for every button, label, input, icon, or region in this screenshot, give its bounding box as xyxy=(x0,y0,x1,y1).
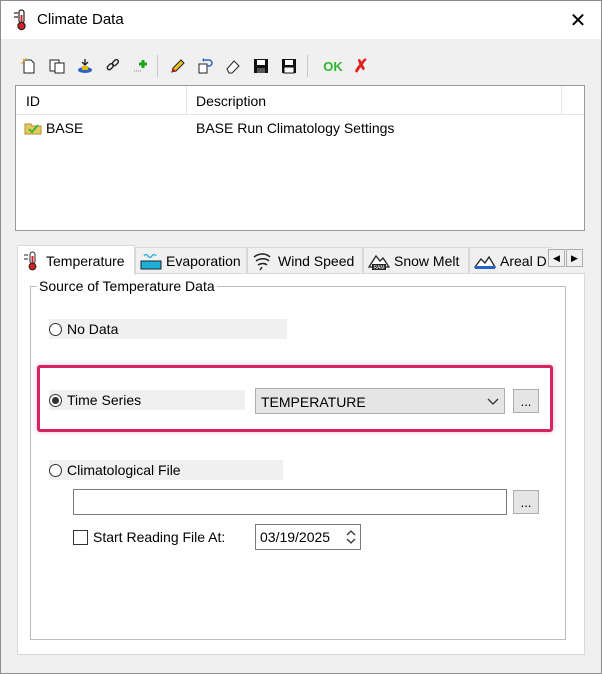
radio-button[interactable] xyxy=(49,393,62,407)
checkbox[interactable] xyxy=(73,529,88,545)
toolbar-separator xyxy=(307,55,308,77)
save-as-button[interactable] xyxy=(277,53,301,79)
tab-label: Areal D xyxy=(500,252,547,269)
column-divider[interactable] xyxy=(561,86,562,114)
import-icon xyxy=(78,59,92,73)
climatological-file-radio[interactable]: Climatological File xyxy=(49,460,283,480)
thermometer-icon xyxy=(24,251,37,270)
save-icon xyxy=(254,59,268,73)
column-header-description[interactable]: Description xyxy=(196,93,266,109)
chevron-down-icon xyxy=(487,398,499,405)
tab-scroll-left-button[interactable]: ◀ xyxy=(548,249,565,267)
start-date-picker[interactable]: 03/19/2025 xyxy=(255,524,361,550)
cancel-button[interactable]: ✗ xyxy=(349,53,373,79)
snow-melt-icon: RAM xyxy=(368,254,390,271)
new-icon xyxy=(21,58,35,74)
erase-button[interactable] xyxy=(221,53,245,79)
radio-button[interactable] xyxy=(49,463,62,477)
edit-icon xyxy=(171,59,185,73)
new-button[interactable] xyxy=(17,53,41,79)
time-series-dropdown[interactable]: TEMPERATURE xyxy=(255,388,505,414)
window-title: Climate Data xyxy=(37,11,124,28)
undo-icon xyxy=(198,58,213,74)
tab-label: Evaporation xyxy=(166,252,241,269)
tab-snow-melt[interactable]: RAM Snow Melt xyxy=(363,247,469,273)
column-divider[interactable] xyxy=(186,86,187,114)
svg-text:RAM: RAM xyxy=(373,265,384,271)
tab-areal-d[interactable]: Areal D xyxy=(469,247,551,273)
save-as-icon xyxy=(282,59,296,74)
wind-icon xyxy=(253,252,271,270)
tab-label: Wind Speed xyxy=(278,252,355,269)
import-button[interactable] xyxy=(73,53,97,79)
arrow-left-icon: ◀ xyxy=(553,252,560,263)
tab-temperature[interactable]: Temperature xyxy=(17,245,135,275)
start-date-value: 03/19/2025 xyxy=(260,529,331,545)
tab-label: Snow Melt xyxy=(394,252,460,269)
time-series-radio[interactable]: Time Series xyxy=(49,390,245,410)
tab-wind-speed[interactable]: Wind Speed xyxy=(247,247,363,273)
list-item[interactable]: BASE BASE Run Climatology Settings xyxy=(16,116,584,140)
row-description: BASE Run Climatology Settings xyxy=(196,120,395,136)
start-reading-label: Start Reading File At: xyxy=(93,529,226,545)
undo-button[interactable] xyxy=(193,53,217,79)
link-button[interactable] xyxy=(101,53,125,79)
group-title: Source of Temperature Data xyxy=(37,278,217,294)
mountain-icon xyxy=(474,255,496,269)
temperature-source-group: Source of Temperature Data No Data Time … xyxy=(30,278,566,640)
climate-list[interactable]: ID Description BASE BASE Run Climatology… xyxy=(15,85,585,231)
climatological-file-label: Climatological File xyxy=(67,462,181,478)
copy-button[interactable] xyxy=(45,53,69,79)
evaporation-icon xyxy=(140,253,162,269)
list-header: ID Description xyxy=(16,86,584,115)
ok-button[interactable]: OK xyxy=(319,53,347,79)
start-reading-checkbox[interactable]: Start Reading File At: xyxy=(73,527,225,547)
copy-icon xyxy=(49,59,65,74)
time-series-browse-button[interactable]: ... xyxy=(513,389,539,413)
time-series-value: TEMPERATURE xyxy=(261,394,366,410)
arrow-right-icon: ▶ xyxy=(571,252,578,263)
title-bar: Climate Data ✕ xyxy=(1,1,601,39)
thermometer-icon xyxy=(14,9,26,31)
column-header-id[interactable]: ID xyxy=(26,93,40,109)
time-series-label: Time Series xyxy=(67,392,142,408)
tab-strip: Temperature Evaporation Wind Speed RAM S… xyxy=(17,245,585,275)
climate-data-window: Climate Data ✕ OK ✗ ID Description BASE … xyxy=(0,0,602,674)
link-icon xyxy=(106,58,120,71)
add-button[interactable] xyxy=(129,53,153,79)
spinner-icon[interactable] xyxy=(345,527,357,547)
toolbar-separator xyxy=(157,55,158,77)
row-id: BASE xyxy=(46,120,84,136)
close-button[interactable]: ✕ xyxy=(555,1,601,39)
erase-icon xyxy=(226,60,240,74)
tab-scroll-right-button[interactable]: ▶ xyxy=(566,249,583,267)
tab-evaporation[interactable]: Evaporation xyxy=(135,247,247,273)
add-icon xyxy=(134,60,147,72)
temperature-panel: Source of Temperature Data No Data Time … xyxy=(17,273,585,655)
radio-button[interactable] xyxy=(49,322,62,336)
file-browse-button[interactable]: ... xyxy=(513,490,539,514)
folder-check-icon xyxy=(24,123,42,135)
file-path-input[interactable] xyxy=(73,489,507,515)
no-data-radio[interactable]: No Data xyxy=(49,319,287,339)
save-button[interactable] xyxy=(249,53,273,79)
edit-button[interactable] xyxy=(165,53,189,79)
tab-label: Temperature xyxy=(46,252,125,269)
no-data-label: No Data xyxy=(67,321,119,337)
